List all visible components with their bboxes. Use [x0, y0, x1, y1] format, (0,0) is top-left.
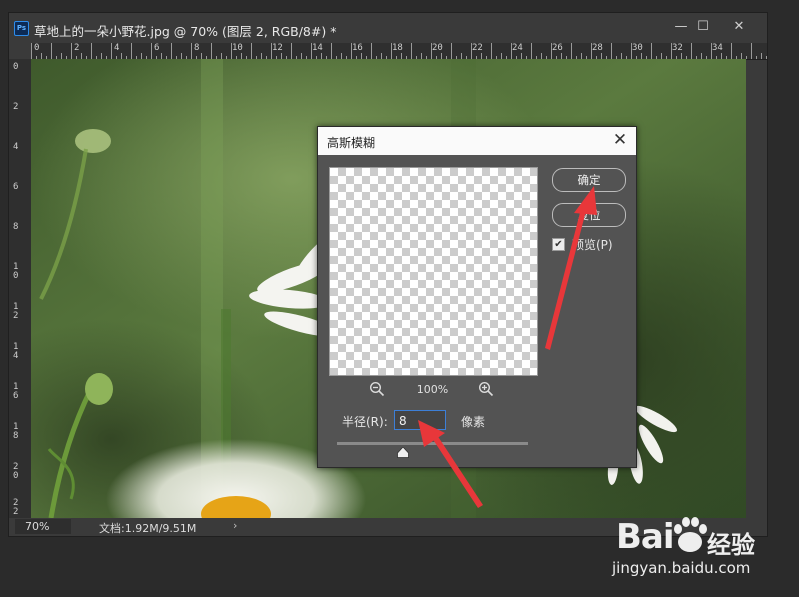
ruler-label: 24 — [512, 43, 523, 53]
ruler-label: 2 — [13, 102, 19, 112]
ruler-label: 14 — [312, 43, 323, 53]
gaussian-blur-dialog: 高斯模糊 ✕ 100% 确定 复位 ✔ 预览(P) 半径(R): 8 像素 — [317, 126, 637, 468]
radius-slider-track[interactable] — [337, 442, 528, 445]
dialog-titlebar[interactable]: 高斯模糊 ✕ — [318, 127, 636, 155]
close-button[interactable]: ✕ — [729, 18, 749, 36]
photoshop-icon: Ps — [14, 21, 29, 36]
window-titlebar[interactable]: Ps 草地上的一朵小野花.jpg @ 70% (图层 2, RGB/8#) * … — [9, 13, 767, 43]
ruler-label: 22 — [13, 498, 19, 517]
ruler-label: 22 — [472, 43, 483, 53]
maximize-button[interactable]: ☐ — [693, 18, 713, 36]
document-size-info[interactable]: 文档:1.92M/9.51M — [99, 520, 196, 536]
preview-checkbox[interactable]: ✔ — [552, 238, 565, 251]
baidu-paw-icon — [674, 517, 707, 552]
reset-button[interactable]: 复位 — [552, 203, 626, 227]
ruler-label: 12 — [13, 302, 19, 321]
ruler-label: 18 — [392, 43, 403, 53]
ruler-label: 10 — [13, 262, 19, 281]
ruler-label: 4 — [13, 142, 19, 152]
radius-slider-thumb[interactable] — [397, 447, 409, 458]
preview-checkbox-label: 预览(P) — [572, 238, 613, 252]
ruler-label: 30 — [632, 43, 643, 53]
ruler-label: 14 — [13, 342, 19, 361]
dialog-close-button[interactable]: ✕ — [611, 130, 629, 150]
ruler-label: 0 — [13, 62, 19, 72]
radius-label: 半径(R): — [342, 415, 388, 429]
ruler-corner — [9, 43, 31, 59]
ruler-label: 6 — [154, 43, 160, 53]
zoom-level-field[interactable]: 70% — [15, 519, 71, 534]
ruler-label: 20 — [432, 43, 443, 53]
ruler-label: 16 — [13, 382, 19, 401]
baidu-jingyan-watermark: Bai 经验 jingyan.baidu.com — [612, 515, 792, 585]
radius-unit-label: 像素 — [461, 415, 486, 429]
horizontal-ruler[interactable]: 0 2 4 6 8 10 12 14 16 18 20 22 24 26 28 … — [31, 43, 767, 60]
ruler-label: 18 — [13, 422, 19, 441]
vertical-ruler[interactable]: 0 2 4 6 8 10 12 14 16 18 20 22 — [9, 59, 32, 518]
ruler-label: 12 — [272, 43, 283, 53]
blur-preview-area[interactable] — [329, 167, 538, 376]
radius-row: 半径(R): 8 像素 — [342, 410, 622, 432]
watermark-brand: Bai — [616, 517, 675, 557]
ruler-label: 26 — [552, 43, 563, 53]
ruler-label: 8 — [194, 43, 200, 53]
ruler-label: 10 — [232, 43, 243, 53]
ruler-label: 8 — [13, 222, 19, 232]
ruler-label: 2 — [74, 43, 80, 53]
zoom-in-icon[interactable] — [478, 381, 494, 397]
preview-zoom-row: 100% — [329, 381, 536, 399]
dialog-title: 高斯模糊 — [327, 136, 376, 150]
ruler-label: 0 — [34, 43, 40, 53]
watermark-brand-cn: 经验 — [707, 531, 755, 559]
ruler-label: 32 — [672, 43, 683, 53]
ruler-label: 34 — [712, 43, 723, 53]
minimize-button[interactable]: — — [671, 18, 691, 36]
status-menu-arrow-icon[interactable]: › — [233, 519, 237, 532]
preview-zoom-percent: 100% — [416, 383, 449, 396]
ruler-label: 6 — [13, 182, 19, 192]
ruler-label: 20 — [13, 462, 19, 481]
radius-input[interactable]: 8 — [394, 410, 446, 430]
ruler-label: 28 — [592, 43, 603, 53]
document-title: 草地上的一朵小野花.jpg @ 70% (图层 2, RGB/8#) * — [34, 24, 337, 39]
ruler-label: 16 — [352, 43, 363, 53]
watermark-url: jingyan.baidu.com — [612, 559, 751, 577]
ruler-label: 4 — [114, 43, 120, 53]
ok-button[interactable]: 确定 — [552, 168, 626, 192]
